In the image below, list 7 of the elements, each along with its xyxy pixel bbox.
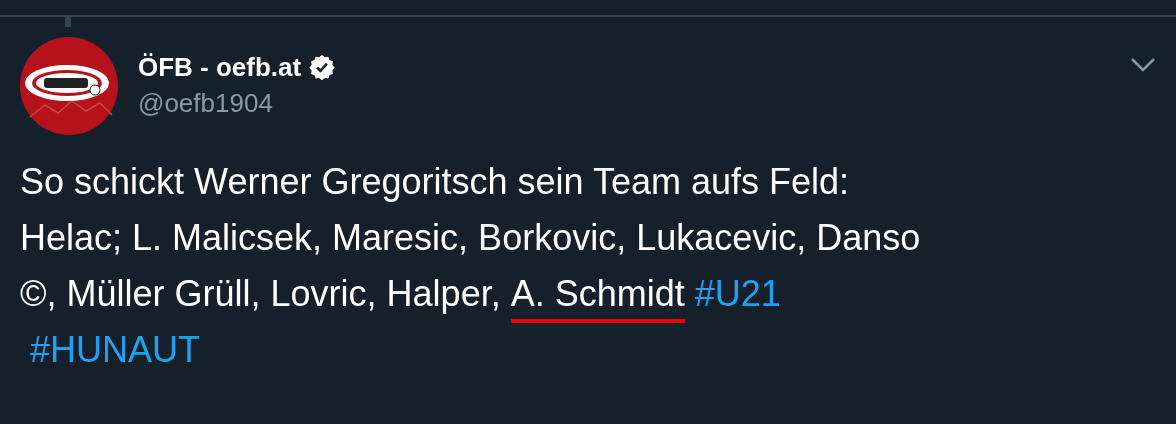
account-handle[interactable]: @oefb1904 — [138, 85, 1130, 121]
account-name[interactable]: ÖFB - oefb.at — [138, 49, 302, 85]
hashtag-link[interactable]: #U21 — [694, 273, 781, 314]
avatar[interactable] — [20, 37, 118, 135]
tweet-text: So schickt Werner Gregoritsch sein Team aufs Feld: Helac; L. Malicsek, Maresic, Borkovic, Lukacevic, Danso ©, Müller Grüll, Lovric, Halper, A. Schmidt #U21 #HUNAUT — [19, 160, 922, 372]
chevron-down-icon[interactable] — [1130, 57, 1156, 73]
hashtag-link[interactable]: #HUNAUT — [30, 329, 200, 370]
